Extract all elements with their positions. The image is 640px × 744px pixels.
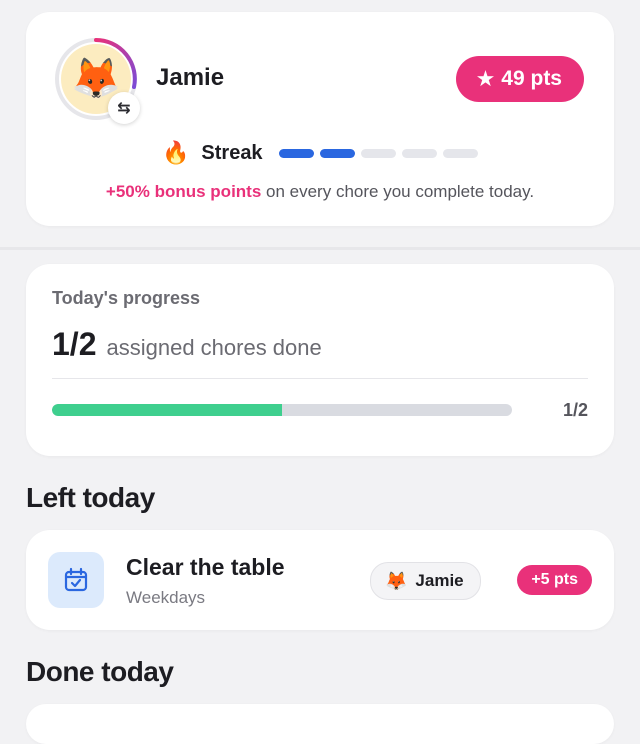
progress-bar-label: 1/2 [562,400,588,420]
streak-segment [360,148,396,158]
swap-icon: ⇆ [117,100,131,117]
progress-description: assigned chores done [106,335,322,360]
progress-title: Today's progress [52,288,200,308]
progress-bar [52,404,512,416]
streak-segment [319,148,355,158]
chore-name: Clear the table [126,554,285,580]
profile-card: 🦊 ⇆ Jamie ★ 49 pts 🔥 Streak +50% bonus p… [26,12,614,226]
bonus-message: +50% bonus points on every chore you com… [26,182,614,202]
streak-segment [442,148,478,158]
assignee-name: Jamie [415,571,464,590]
swap-user-button[interactable]: ⇆ [108,92,140,124]
streak-segment [401,148,437,158]
streak-indicator: 🔥 Streak [162,140,484,166]
progress-bar-fill [52,404,282,416]
points-badge[interactable]: ★ 49 pts [455,56,584,102]
done-chore-card[interactable] [26,704,614,744]
progress-count: 1/2 [52,326,97,362]
section-title-done-today: Done today [26,656,174,687]
progress-summary: 1/2 assigned chores done [52,326,322,363]
section-title-left-today: Left today [26,482,155,513]
streak-label: Streak [201,141,263,164]
assignee-avatar: 🦊 [385,570,408,591]
chore-card[interactable]: Clear the table Weekdays 🦊 Jamie +5 pts [26,530,614,630]
streak-segment [278,148,314,158]
chore-schedule: Weekdays [126,588,206,607]
fire-icon: 🔥 [162,140,190,165]
streak-segments [278,148,484,158]
user-name: Jamie [156,64,225,91]
points-label: 49 pts [501,67,562,90]
divider [52,378,588,379]
star-icon: ★ [475,66,496,91]
reward-badge: +5 pts [517,565,592,595]
calendar-check-icon [48,552,104,608]
assignee-chip[interactable]: 🦊 Jamie [370,562,481,600]
progress-card: Today's progress 1/2 assigned chores don… [26,264,614,456]
bonus-highlight: +50% bonus points [105,182,262,201]
section-divider [0,247,640,250]
bonus-rest: on every chore you complete today. [261,182,535,201]
